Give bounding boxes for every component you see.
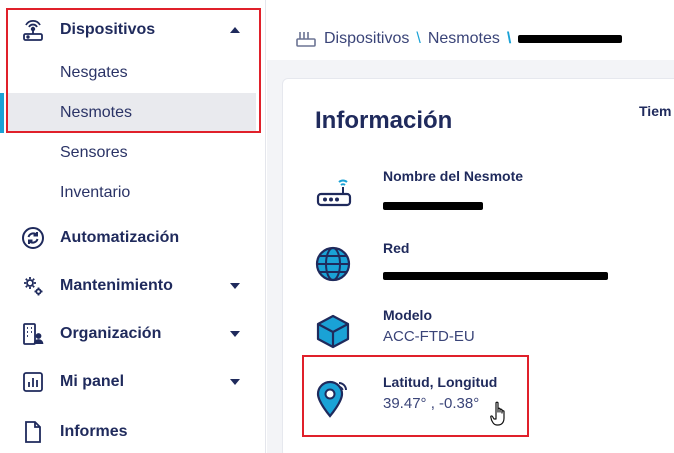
chevron-down-icon xyxy=(230,283,240,289)
field-value[interactable]: 39.47° , -0.38° xyxy=(383,395,479,412)
field-label: Modelo xyxy=(383,307,432,323)
field-value-redacted xyxy=(383,267,608,284)
breadcrumb-section-link[interactable]: Nesmotes xyxy=(428,30,500,48)
info-row-coordinates: Latitud, Longitud 39.47° , -0.38° xyxy=(313,374,613,424)
globe-icon xyxy=(313,244,353,284)
side-panel-title: Tiem xyxy=(639,103,672,119)
sidebar-item-label: Organización xyxy=(60,325,162,342)
sidebar-item-label: Dispositivos xyxy=(60,21,156,38)
field-label: Red xyxy=(383,240,410,256)
breadcrumb-separator: \ xyxy=(416,30,421,47)
field-value: ACC-FTD-EU xyxy=(383,328,475,345)
breadcrumb-separator: \ xyxy=(506,30,512,47)
field-label: Latitud, Longitud xyxy=(383,374,498,390)
chevron-down-icon xyxy=(230,379,240,385)
router-antenna-icon xyxy=(20,17,46,43)
sidebar-subitem-nesgates[interactable]: Nesgates xyxy=(8,53,256,93)
sidebar-item-label: Informes xyxy=(60,423,128,440)
sync-icon xyxy=(20,225,46,251)
sidebar-item-dashboard[interactable]: Mi panel xyxy=(0,362,266,402)
sidebar-item-reports[interactable]: Informes xyxy=(0,412,266,452)
sidebar-subitem-label: Nesgates xyxy=(60,64,128,81)
info-row-device-name: Nombre del Nesmote xyxy=(313,168,613,218)
gears-icon xyxy=(20,273,46,299)
router-device-icon xyxy=(296,30,316,48)
sidebar-item-devices[interactable]: Dispositivos xyxy=(0,10,266,50)
document-icon xyxy=(20,419,46,445)
breadcrumb-root-link[interactable]: Dispositivos xyxy=(324,30,409,48)
sidebar-item-label: Automatización xyxy=(60,229,180,246)
sidebar-subitem-inventario[interactable]: Inventario xyxy=(8,173,256,213)
sidebar-item-organization[interactable]: Organización xyxy=(0,314,266,354)
sidebar-item-label: Mi panel xyxy=(60,373,125,390)
sidebar-subitem-label: Inventario xyxy=(60,184,131,201)
active-indicator xyxy=(0,93,4,133)
building-people-icon xyxy=(20,321,46,347)
cube-icon xyxy=(313,311,353,351)
sidebar: Dispositivos Nesgates Nesmotes Sensores … xyxy=(0,0,266,453)
chevron-up-icon xyxy=(230,27,240,33)
card-title: Información xyxy=(315,107,453,134)
breadcrumb: Dispositivos \ Nesmotes \ xyxy=(296,27,623,51)
redacted-device-name xyxy=(518,35,623,43)
hand-pointer-icon xyxy=(490,401,510,427)
chevron-down-icon xyxy=(230,331,240,337)
field-value-redacted xyxy=(383,197,483,214)
sidebar-item-automation[interactable]: Automatización xyxy=(0,218,266,258)
sidebar-subitem-nesmotes[interactable]: Nesmotes xyxy=(8,93,256,133)
sidebar-item-maintenance[interactable]: Mantenimiento xyxy=(0,266,266,306)
gateway-device-icon xyxy=(313,172,353,212)
field-label: Nombre del Nesmote xyxy=(383,168,524,184)
sidebar-item-label: Mantenimiento xyxy=(60,277,173,294)
sidebar-subitem-sensores[interactable]: Sensores xyxy=(8,133,256,173)
location-pin-icon xyxy=(313,378,353,418)
bar-chart-icon xyxy=(20,369,46,395)
info-row-network: Red xyxy=(313,240,613,290)
sidebar-subitem-label: Sensores xyxy=(60,144,128,161)
info-row-model: Modelo ACC-FTD-EU xyxy=(313,307,613,357)
sidebar-subitem-label: Nesmotes xyxy=(60,104,133,121)
